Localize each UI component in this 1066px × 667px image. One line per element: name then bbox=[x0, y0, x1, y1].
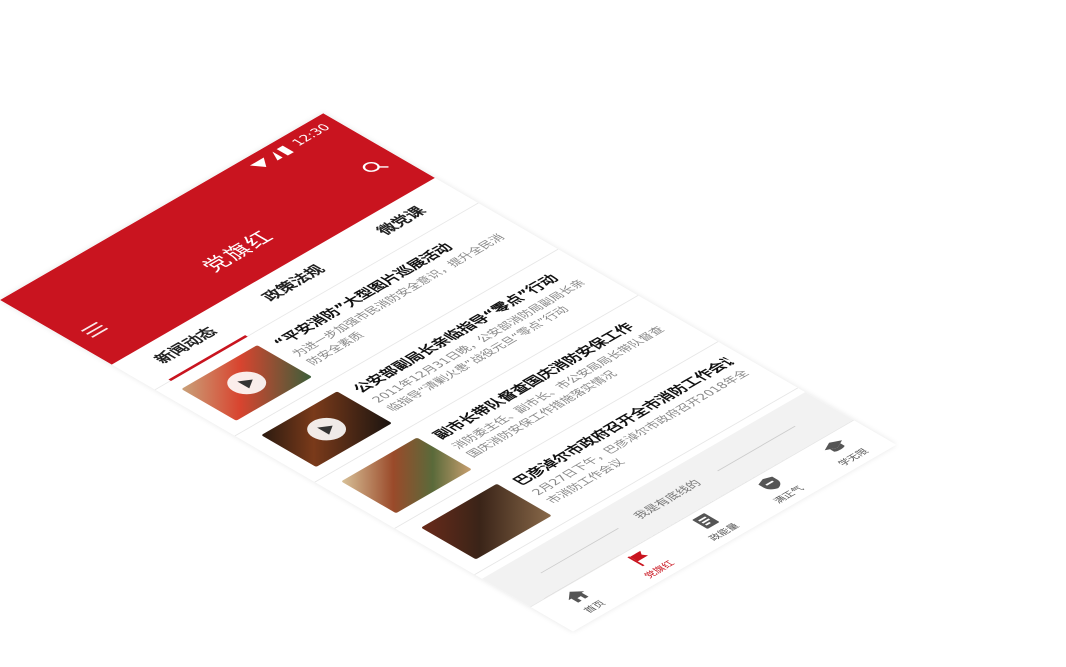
status-time: 12:30 bbox=[288, 121, 334, 149]
status-bar: 12:30 bbox=[246, 121, 335, 173]
document-icon bbox=[692, 513, 719, 529]
tabbar-label: 首页 bbox=[582, 599, 609, 615]
home-icon bbox=[568, 591, 589, 603]
phone-screen: 12:30 党旗红 新闻动态 政策法规 微党课 “平安消防”大型图片巡展活动 为… bbox=[0, 113, 897, 632]
wifi-icon bbox=[266, 151, 283, 161]
play-icon[interactable] bbox=[219, 367, 275, 399]
battery-icon bbox=[275, 145, 294, 156]
shield-icon bbox=[757, 476, 780, 490]
play-icon[interactable] bbox=[299, 413, 355, 446]
signal-icon bbox=[249, 157, 273, 171]
showcase-stage: 12:30 党旗红 新闻动态 政策法规 微党课 “平安消防”大型图片巡展活动 为… bbox=[0, 0, 1066, 667]
